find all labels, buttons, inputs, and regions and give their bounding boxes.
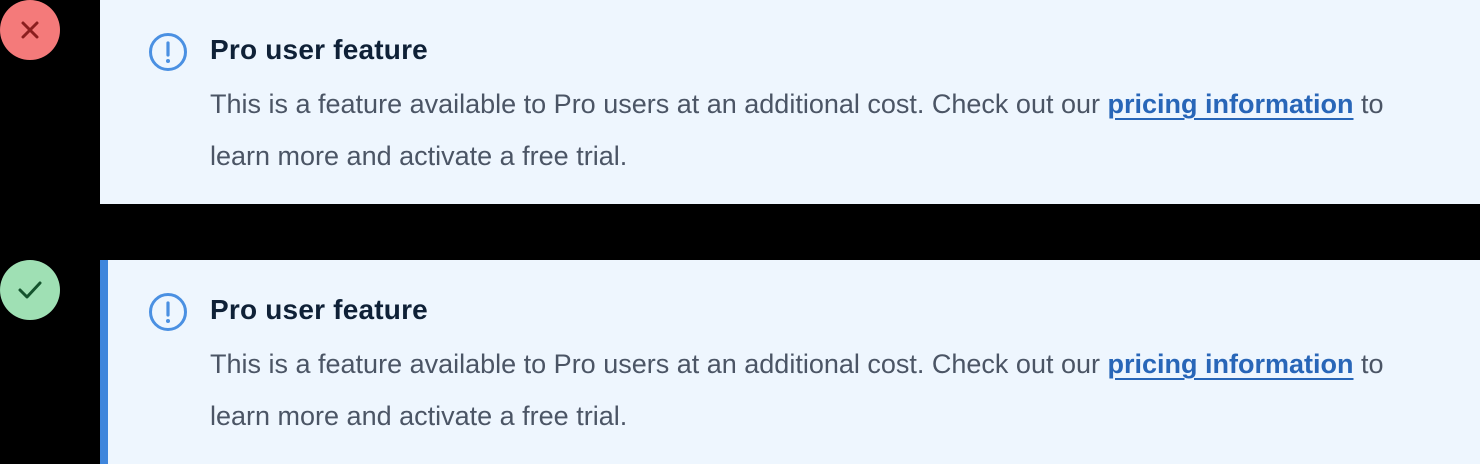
- check-icon: [18, 281, 42, 299]
- callout-body: This is a feature available to Pro users…: [210, 78, 1390, 182]
- info-circle-icon: [149, 293, 187, 331]
- x-icon: [21, 21, 39, 39]
- callout-body: This is a feature available to Pro users…: [210, 338, 1390, 442]
- callout-body-text: This is a feature available to Pro users…: [210, 349, 1108, 379]
- callout-title: Pro user feature: [210, 34, 428, 65]
- pricing-information-link[interactable]: pricing information: [1108, 89, 1354, 119]
- correct-example: Pro user feature This is a feature avail…: [0, 260, 1480, 464]
- incorrect-example: Pro user feature This is a feature avail…: [0, 0, 1480, 204]
- correct-badge: [0, 260, 60, 320]
- callout-with-accent: Pro user feature This is a feature avail…: [100, 260, 1480, 464]
- incorrect-badge: [0, 0, 60, 60]
- pricing-information-link[interactable]: pricing information: [1108, 349, 1354, 379]
- callout-title: Pro user feature: [210, 294, 428, 325]
- callout-without-accent: Pro user feature This is a feature avail…: [100, 0, 1480, 204]
- callout-body-text: This is a feature available to Pro users…: [210, 89, 1108, 119]
- info-circle-icon: [149, 33, 187, 71]
